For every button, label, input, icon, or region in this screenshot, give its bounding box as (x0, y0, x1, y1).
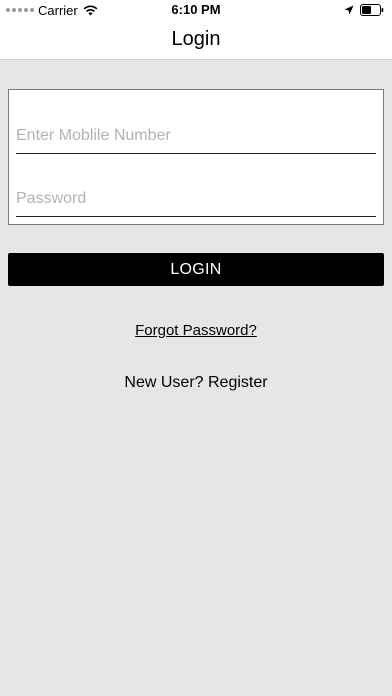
page-title: Login (171, 28, 221, 50)
navigation-bar: Login (0, 20, 392, 60)
location-arrow-icon (344, 5, 354, 15)
register-link[interactable]: New User? Register (0, 374, 392, 392)
forgot-password-link[interactable]: Forgot Password? (0, 322, 392, 339)
mobile-number-input[interactable] (16, 122, 376, 154)
battery-icon (360, 4, 384, 16)
password-input[interactable] (16, 185, 376, 217)
status-time: 6:10 PM (171, 2, 221, 17)
login-form-card (8, 89, 384, 225)
login-button[interactable]: LOGIN (8, 253, 384, 286)
status-right (344, 3, 384, 17)
status-bar: Carrier 6:10 PM (0, 0, 392, 20)
